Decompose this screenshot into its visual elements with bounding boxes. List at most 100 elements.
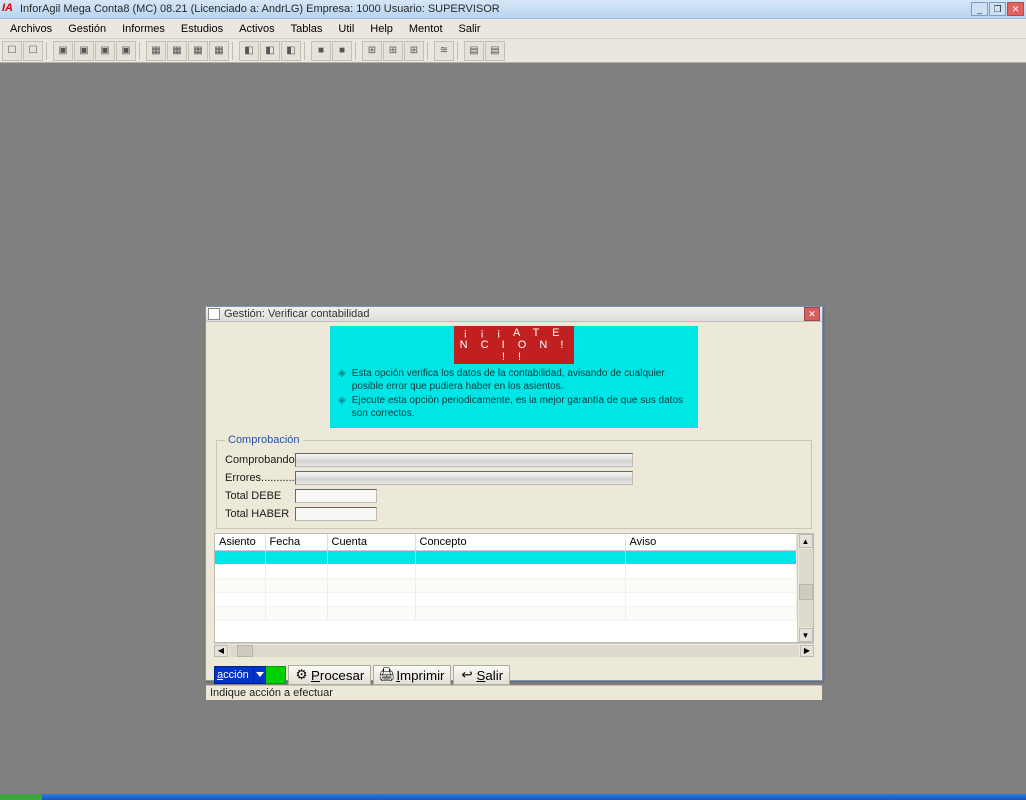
toolbar-button[interactable]: ▣ bbox=[53, 41, 73, 61]
menu-mentot[interactable]: Mentot bbox=[401, 21, 451, 37]
toolbar-button[interactable]: ≋ bbox=[434, 41, 454, 61]
toolbar-button[interactable]: ▦ bbox=[167, 41, 187, 61]
toolbar-separator bbox=[139, 42, 143, 60]
progress-errores bbox=[295, 471, 633, 485]
exit-icon: ↩ bbox=[460, 669, 473, 682]
toolbar-button[interactable]: ⊞ bbox=[362, 41, 382, 61]
accion-combo[interactable]: aaccióncción bbox=[214, 666, 286, 684]
label-comprobando: Comprobando.. bbox=[225, 454, 295, 466]
menu-activos[interactable]: Activos bbox=[231, 21, 282, 37]
scroll-thumb[interactable] bbox=[799, 584, 813, 600]
dialog-close-button[interactable]: ✕ bbox=[804, 307, 820, 321]
label-total-debe: Total DEBE bbox=[225, 490, 295, 502]
bullet-icon: ◈ bbox=[338, 395, 346, 420]
scroll-left-button[interactable]: ◀ bbox=[214, 645, 228, 657]
col-header-cuenta[interactable]: Cuenta bbox=[327, 534, 415, 550]
dialog-icon bbox=[208, 308, 220, 320]
main-window-titlebar: IA InforAgil Mega Conta8 (MC) 08.21 (Lic… bbox=[0, 0, 1026, 19]
toolbar-button[interactable]: ☐ bbox=[2, 41, 22, 61]
toolbar-button[interactable]: ▣ bbox=[74, 41, 94, 61]
toolbar-button[interactable]: ◧ bbox=[239, 41, 259, 61]
col-header-fecha[interactable]: Fecha bbox=[265, 534, 327, 550]
menu-estudios[interactable]: Estudios bbox=[173, 21, 231, 37]
toolbar-button[interactable]: ▣ bbox=[95, 41, 115, 61]
menu-gestion[interactable]: Gestión bbox=[60, 21, 114, 37]
menu-util[interactable]: Util bbox=[330, 21, 362, 37]
gear-icon: ⚙ bbox=[295, 669, 308, 682]
scroll-track[interactable] bbox=[799, 549, 813, 627]
button-bar: aaccióncción ⚙ Procesar 🖨 Imprimir ↩ Sal… bbox=[214, 665, 814, 685]
toolbar-button[interactable]: ▣ bbox=[116, 41, 136, 61]
menu-tablas[interactable]: Tablas bbox=[283, 21, 331, 37]
toolbar-separator bbox=[304, 42, 308, 60]
dialog-status-text: Indique acción a efectuar bbox=[210, 687, 333, 699]
toolbar-button[interactable]: ⊞ bbox=[383, 41, 403, 61]
table-row[interactable] bbox=[215, 550, 797, 564]
scroll-right-button[interactable]: ▶ bbox=[800, 645, 814, 657]
results-table[interactable]: Asiento Fecha Cuenta Concepto Aviso bbox=[215, 534, 797, 621]
attention-line: ◈ Esta opción verifica los datos de la c… bbox=[338, 368, 690, 393]
mdi-client-area: Gestión: Verificar contabilidad ✕ ¡ ¡ ¡ … bbox=[0, 63, 1026, 780]
results-grid: Asiento Fecha Cuenta Concepto Aviso bbox=[214, 533, 814, 643]
procesar-button[interactable]: ⚙ Procesar bbox=[288, 665, 371, 685]
toolbar-button[interactable]: ▤ bbox=[464, 41, 484, 61]
scroll-track[interactable] bbox=[229, 645, 799, 657]
field-total-haber bbox=[295, 507, 377, 521]
restore-button[interactable]: ❐ bbox=[989, 2, 1006, 16]
menubar: Archivos Gestión Informes Estudios Activ… bbox=[0, 19, 1026, 39]
dialog-titlebar: Gestión: Verificar contabilidad ✕ bbox=[206, 307, 822, 322]
col-header-concepto[interactable]: Concepto bbox=[415, 534, 625, 550]
scroll-down-button[interactable]: ▼ bbox=[799, 628, 813, 642]
progress-comprobando bbox=[295, 453, 633, 467]
taskbar[interactable] bbox=[0, 794, 1026, 800]
toolbar-button[interactable]: ☐ bbox=[23, 41, 43, 61]
scroll-thumb[interactable] bbox=[237, 645, 253, 657]
menu-archivos[interactable]: Archivos bbox=[2, 21, 60, 37]
imprimir-label: mprimir bbox=[400, 668, 444, 683]
menu-informes[interactable]: Informes bbox=[114, 21, 173, 37]
col-header-aviso[interactable]: Aviso bbox=[625, 534, 797, 550]
toolbar-separator bbox=[232, 42, 236, 60]
app-icon: IA bbox=[2, 2, 16, 16]
imprimir-button[interactable]: 🖨 Imprimir bbox=[373, 665, 451, 685]
toolbar-button[interactable]: ▦ bbox=[146, 41, 166, 61]
toolbar-button[interactable]: ▦ bbox=[188, 41, 208, 61]
start-button[interactable] bbox=[0, 794, 42, 800]
procesar-label: rocesar bbox=[320, 668, 364, 683]
scroll-up-button[interactable]: ▲ bbox=[799, 534, 813, 548]
toolbar-button[interactable]: ▦ bbox=[209, 41, 229, 61]
toolbar-button[interactable]: ⊞ bbox=[404, 41, 424, 61]
bullet-icon: ◈ bbox=[338, 368, 346, 393]
attention-header: ¡ ¡ ¡ A T E N C I O N ! ! ! bbox=[454, 326, 574, 364]
toolbar-separator bbox=[457, 42, 461, 60]
table-row[interactable] bbox=[215, 606, 797, 620]
printer-icon: 🖨 bbox=[380, 669, 393, 682]
salir-button[interactable]: ↩ Salir bbox=[453, 665, 510, 685]
groupbox-legend: Comprobación bbox=[225, 434, 303, 446]
main-window-title: InforAgil Mega Conta8 (MC) 08.21 (Licenc… bbox=[20, 3, 971, 15]
table-row[interactable] bbox=[215, 592, 797, 606]
attention-text-2: Ejecute esta opción periodicamente, es l… bbox=[352, 395, 690, 420]
toolbar-button[interactable]: ◧ bbox=[281, 41, 301, 61]
menu-help[interactable]: Help bbox=[362, 21, 401, 37]
attention-text-1: Esta opción verifica los datos de la con… bbox=[352, 368, 690, 393]
chevron-down-icon[interactable] bbox=[254, 666, 266, 684]
table-row[interactable] bbox=[215, 564, 797, 578]
grid-vertical-scrollbar[interactable]: ▲ ▼ bbox=[797, 534, 813, 642]
toolbar-separator bbox=[355, 42, 359, 60]
col-header-asiento[interactable]: Asiento bbox=[215, 534, 265, 550]
table-row[interactable] bbox=[215, 578, 797, 592]
attention-panel: ¡ ¡ ¡ A T E N C I O N ! ! ! ◈ Esta opció… bbox=[330, 326, 698, 428]
label-total-haber: Total HABER bbox=[225, 508, 295, 520]
toolbar-button[interactable]: ▤ bbox=[485, 41, 505, 61]
toolbar-button[interactable]: ■ bbox=[332, 41, 352, 61]
toolbar-button[interactable]: ■ bbox=[311, 41, 331, 61]
close-button[interactable]: ✕ bbox=[1007, 2, 1024, 16]
menu-salir[interactable]: Salir bbox=[451, 21, 489, 37]
toolbar-button[interactable]: ◧ bbox=[260, 41, 280, 61]
salir-label: alir bbox=[485, 668, 503, 683]
toolbar-separator bbox=[46, 42, 50, 60]
grid-horizontal-scrollbar[interactable]: ◀ ▶ bbox=[214, 643, 814, 657]
minimize-button[interactable]: _ bbox=[971, 2, 988, 16]
toolbar-separator bbox=[427, 42, 431, 60]
